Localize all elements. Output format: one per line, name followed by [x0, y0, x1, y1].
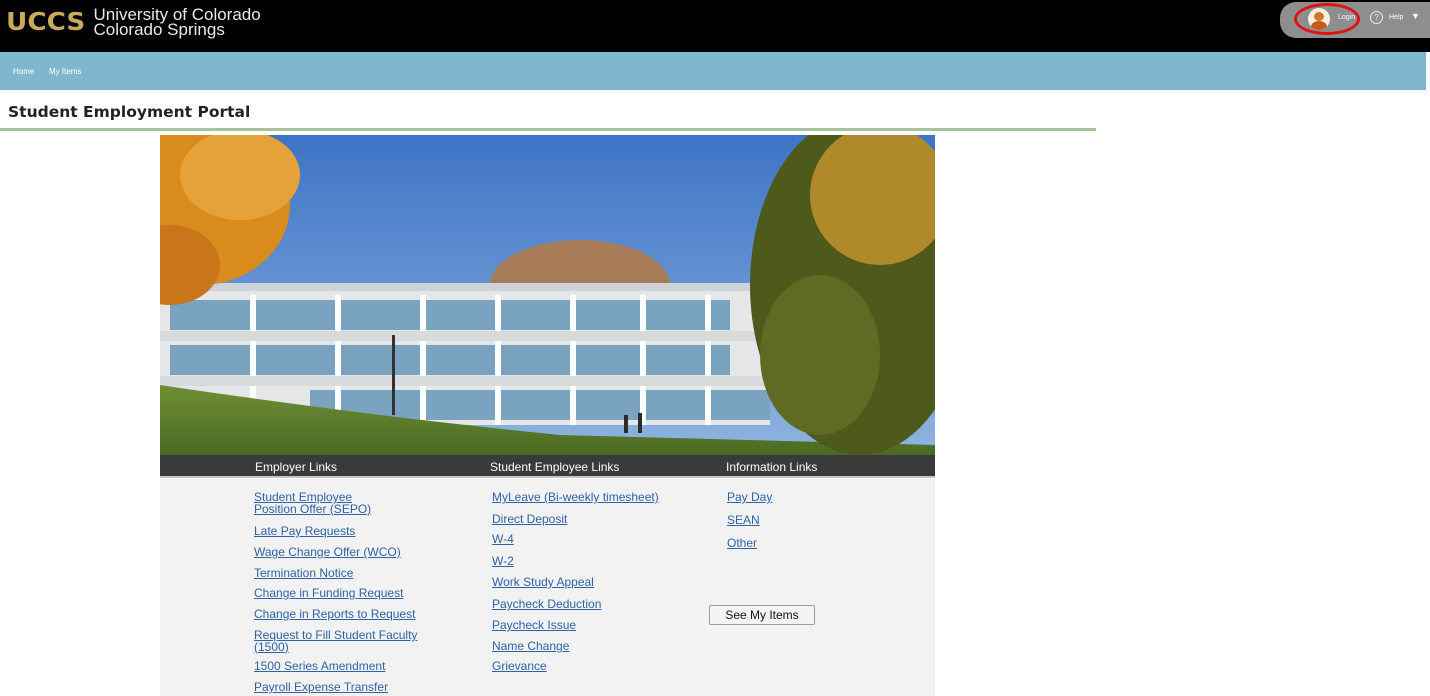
link-request-fill-line2: (1500): [254, 639, 289, 654]
link-request-fill-faculty[interactable]: Request to Fill Student Faculty (1500): [254, 629, 417, 654]
link-grievance[interactable]: Grievance: [492, 660, 547, 673]
link-paycheck-issue[interactable]: Paycheck Issue: [492, 619, 576, 632]
top-header: UCCS University of Colorado Colorado Spr…: [0, 0, 1430, 52]
employer-links-heading: Employer Links: [255, 460, 338, 474]
link-w4[interactable]: W-4: [492, 533, 514, 546]
link-myleave[interactable]: MyLeave (Bi-weekly timesheet): [492, 491, 659, 504]
link-termination-notice[interactable]: Termination Notice: [254, 567, 353, 580]
link-paycheck-deduction[interactable]: Paycheck Deduction: [492, 598, 601, 611]
link-wage-change-offer[interactable]: Wage Change Offer (WCO): [254, 546, 401, 559]
links-header-bar: Employer Links Student Employee Links In…: [160, 455, 935, 478]
link-sepo-line2: Position Offer (SEPO): [254, 501, 372, 516]
link-direct-deposit[interactable]: Direct Deposit: [492, 513, 567, 526]
logo-line-2: Colorado Springs: [93, 20, 225, 39]
student-employee-links-heading: Student Employee Links: [490, 460, 620, 474]
title-divider: [0, 128, 1096, 131]
link-work-study-appeal[interactable]: Work Study Appeal: [492, 576, 594, 589]
nav-home[interactable]: Home: [13, 67, 34, 76]
link-payroll-expense-transfer[interactable]: Payroll Expense Transfer: [254, 681, 388, 694]
information-links-heading: Information Links: [726, 460, 818, 474]
main-nav: Home My Items: [0, 52, 1426, 90]
annotation-circle: [1294, 3, 1360, 35]
logo-mark: UCCS: [6, 7, 86, 36]
link-1500-series-amendment[interactable]: 1500 Series Amendment: [254, 660, 385, 673]
user-panel: Login ? Help ▼: [1280, 2, 1430, 38]
help-menu[interactable]: Help: [1389, 14, 1403, 21]
see-my-items-button[interactable]: See My Items: [709, 605, 815, 625]
link-pay-day[interactable]: Pay Day: [727, 491, 772, 504]
chevron-down-icon[interactable]: ▼: [1411, 11, 1420, 21]
page-title: Student Employment Portal: [8, 103, 251, 121]
campus-building-photo: [160, 135, 935, 455]
link-late-pay-requests[interactable]: Late Pay Requests: [254, 525, 355, 538]
link-w2[interactable]: W-2: [492, 555, 514, 568]
link-sean[interactable]: SEAN: [727, 514, 760, 527]
nav-my-items[interactable]: My Items: [49, 67, 81, 76]
link-sepo[interactable]: Student Employee Position Offer (SEPO): [254, 491, 372, 516]
link-change-funding[interactable]: Change in Funding Request: [254, 587, 403, 600]
help-question-icon[interactable]: ?: [1370, 11, 1383, 24]
link-name-change[interactable]: Name Change: [492, 640, 569, 653]
link-change-reports-to[interactable]: Change in Reports to Request: [254, 608, 415, 621]
link-other[interactable]: Other: [727, 537, 757, 550]
uccs-logo[interactable]: UCCS University of Colorado Colorado Spr…: [6, 6, 261, 39]
logo-text: University of Colorado Colorado Springs: [93, 6, 260, 39]
